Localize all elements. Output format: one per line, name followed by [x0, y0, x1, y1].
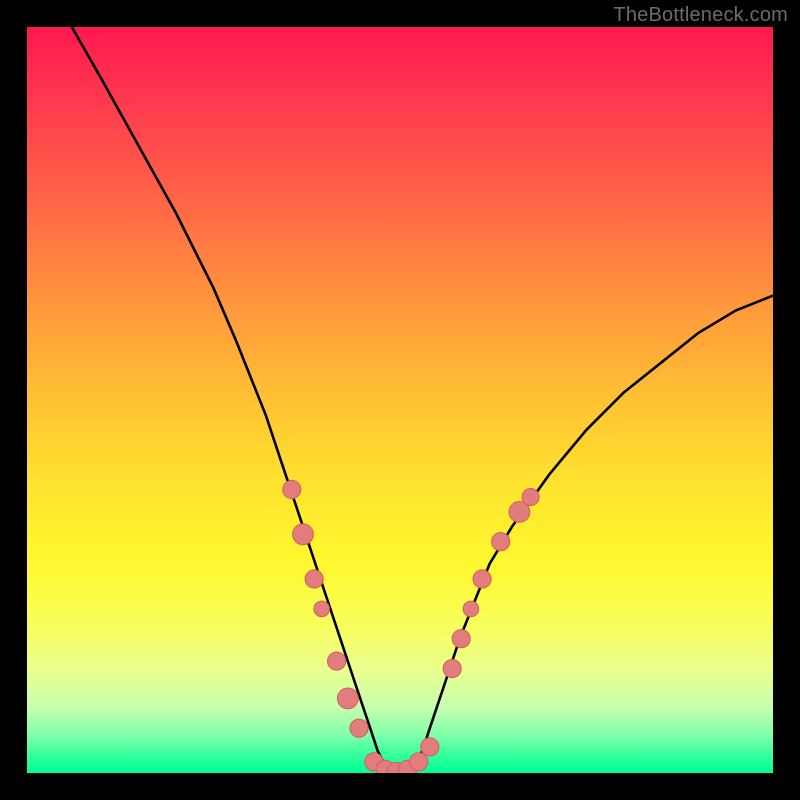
chart-svg [27, 27, 773, 773]
data-marker [283, 480, 301, 498]
data-marker [328, 652, 346, 670]
data-marker [473, 570, 491, 588]
data-marker [314, 601, 330, 617]
data-marker [452, 630, 470, 648]
plot-area [27, 27, 773, 773]
data-marker [410, 753, 428, 771]
data-marker [337, 688, 358, 709]
data-marker [443, 660, 461, 678]
watermark-text: TheBottleneck.com [613, 4, 788, 27]
data-marker [522, 489, 539, 506]
outer-frame: TheBottleneck.com [0, 0, 800, 800]
data-marker [305, 570, 323, 588]
data-marker [293, 524, 314, 545]
data-markers [283, 480, 539, 773]
data-marker [463, 601, 479, 617]
data-marker [492, 533, 510, 551]
data-marker [421, 738, 439, 756]
data-marker [350, 719, 368, 737]
bottleneck-curve [72, 27, 773, 773]
